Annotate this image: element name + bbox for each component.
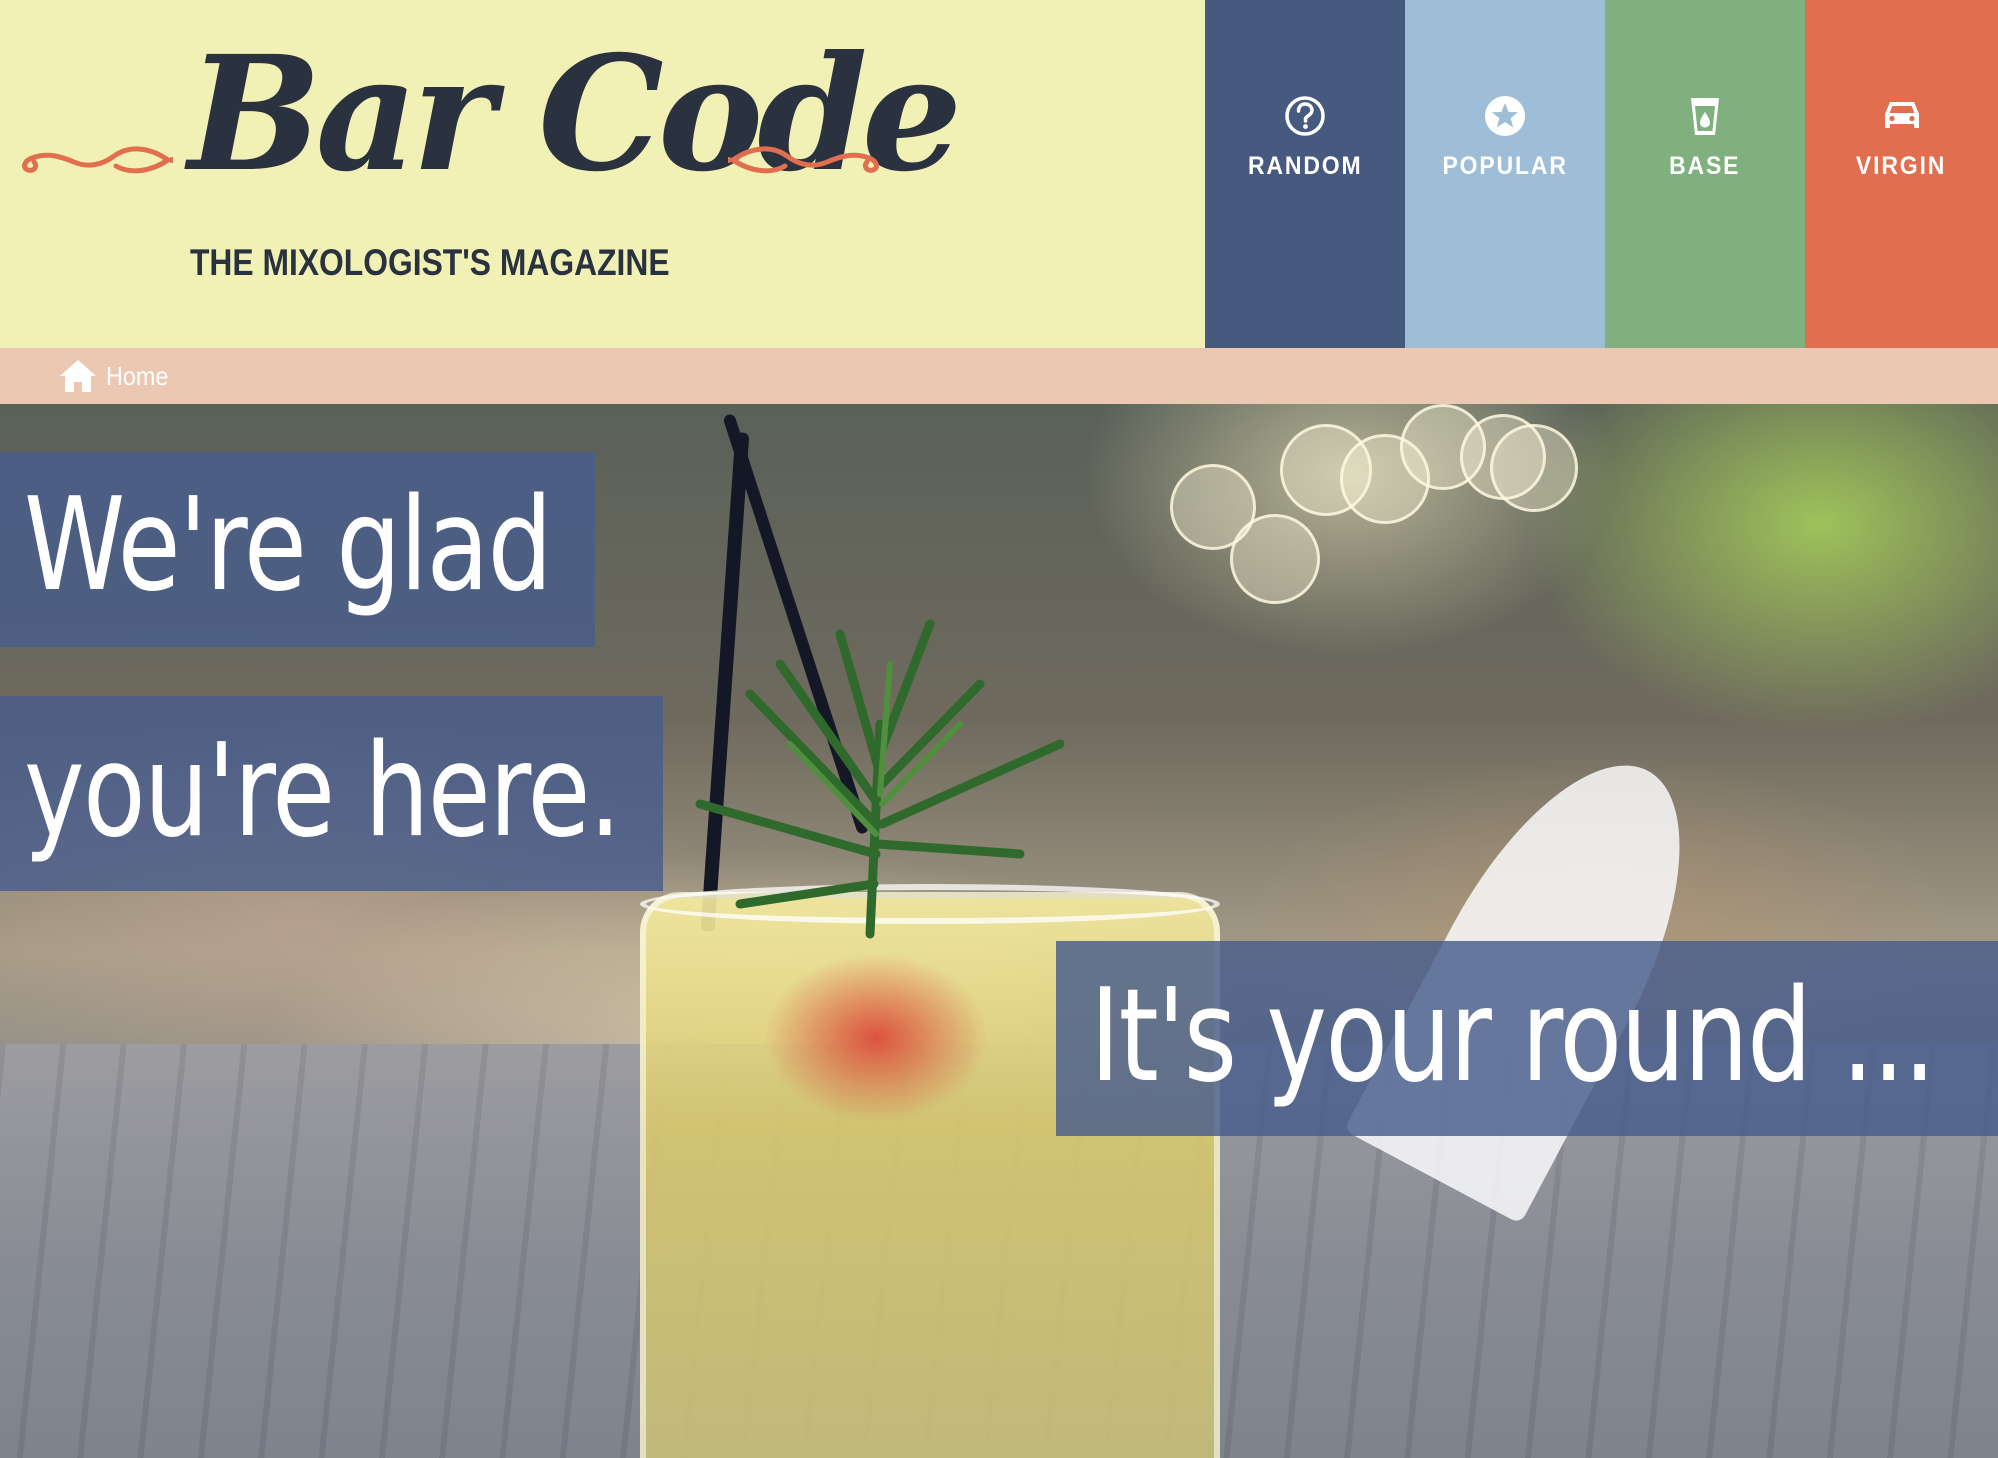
breadcrumb-home-link[interactable]: Home (58, 358, 175, 394)
main-nav: RANDOM POPULAR BASE VIRGIN (1205, 0, 1998, 348)
flourish-right-icon (728, 146, 879, 174)
home-icon (60, 360, 96, 392)
logo-tagline: THE MIXOLOGIST'S MAGAZINE (190, 242, 670, 283)
nav-popular[interactable]: POPULAR (1405, 0, 1605, 348)
site-header: Bar Code THE MIXOLOGIST'S MAGAZINE RANDO… (0, 0, 1998, 348)
nav-base[interactable]: BASE (1605, 0, 1805, 348)
question-circle-icon (1285, 96, 1325, 136)
rosemary-sprig (695, 619, 1065, 939)
glass-icon (1691, 98, 1719, 135)
site-logo[interactable]: Bar Code THE MIXOLOGIST'S MAGAZINE (0, 0, 1205, 348)
bokeh-light (1230, 514, 1320, 604)
hero-banner: We're glad you're here. It's your round … (0, 404, 1998, 1458)
hero-headline-line-2-text: you're here. (24, 717, 621, 866)
star-circle-icon (1485, 96, 1525, 136)
nav-virgin[interactable]: VIRGIN (1805, 0, 1998, 348)
hero-headline-line-2: you're here. (0, 696, 663, 891)
hero-headline-line-3-text: It's your round ... (1090, 962, 1936, 1111)
hero-headline-line-1-text: We're glad (24, 471, 553, 620)
breadcrumb-home-label: Home (106, 360, 169, 391)
hero-headline-line-3: It's your round ... (1056, 941, 1998, 1136)
nav-virgin-label: VIRGIN (1856, 152, 1947, 180)
bokeh-light (1490, 424, 1578, 512)
nav-popular-label: POPULAR (1442, 152, 1568, 180)
nav-random-label: RANDOM (1247, 152, 1363, 180)
nav-base-label: BASE (1669, 152, 1741, 180)
car-icon (1884, 102, 1919, 128)
flourish-left-icon (22, 146, 173, 174)
breadcrumb: Home (0, 348, 1998, 404)
nav-random[interactable]: RANDOM (1205, 0, 1405, 348)
hero-headline-line-1: We're glad (0, 452, 595, 647)
